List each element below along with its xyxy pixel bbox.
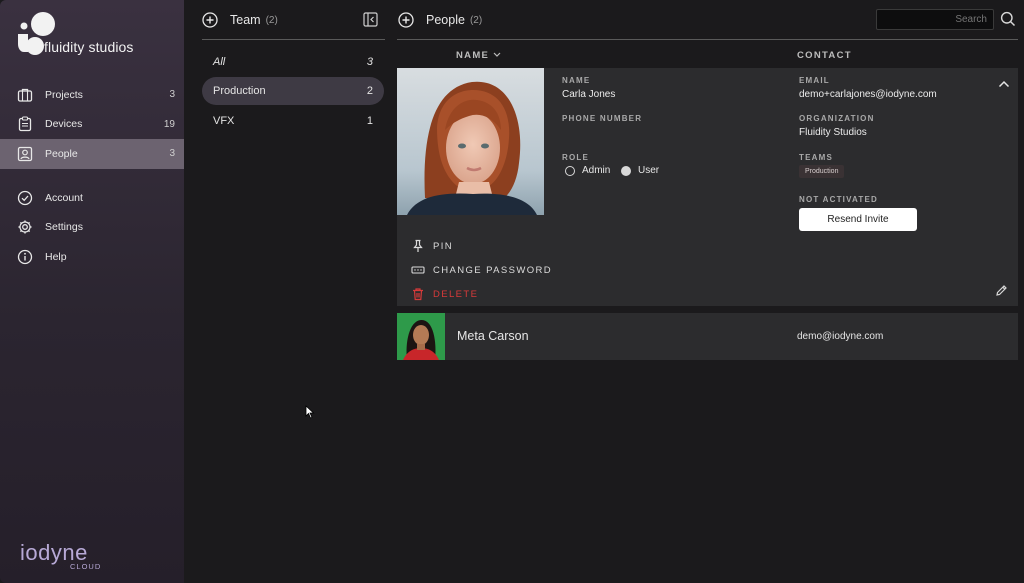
team-panel: Team (2) All 3 Production 2 VFX 1: [184, 0, 396, 583]
role-label: ROLE: [562, 153, 590, 162]
sidebar-item-label: People: [45, 147, 78, 160]
resend-invite-button[interactable]: Resend Invite: [799, 208, 917, 231]
sidebar-item-label: Devices: [45, 118, 83, 131]
people-title: People: [426, 13, 465, 27]
person-card-expanded: NAME Carla Jones PHONE NUMBER ROLE Admin…: [397, 68, 1018, 306]
pencil-icon[interactable]: [995, 284, 1008, 297]
sidebar-item-label: Projects: [45, 88, 83, 101]
delete-label: DELETE: [433, 288, 479, 300]
iodyne-brand-logo: iodyne CLOUD: [20, 540, 100, 571]
team-count: (2): [265, 14, 278, 26]
role-admin-label: Admin: [582, 165, 611, 176]
search-icon[interactable]: [1000, 11, 1016, 27]
sidebar-item-label: Settings: [45, 221, 83, 234]
sidebar-item-label: Help: [45, 250, 67, 263]
password-icon: [411, 266, 425, 274]
info-icon: [17, 249, 33, 265]
person-name: Carla Jones: [562, 89, 616, 100]
role-admin-radio[interactable]: [565, 166, 575, 176]
team-item-count: 1: [366, 115, 373, 127]
brand-sub: CLOUD: [70, 562, 102, 571]
add-team-icon[interactable]: [202, 12, 218, 28]
sidebar-item-people[interactable]: People 3: [0, 139, 184, 169]
main-nav: Projects 3 Devices 19 People 3: [0, 80, 184, 169]
people-header: People (2): [398, 10, 482, 30]
app-window: fluidity studios Projects 3 Devices 19 P…: [0, 0, 1024, 583]
chevron-down-icon: [493, 52, 501, 57]
person-name: Meta Carson: [457, 329, 529, 343]
team-item-label: Production: [213, 85, 266, 97]
secondary-nav: Account Settings Help: [0, 183, 184, 272]
chevron-up-icon[interactable]: [998, 78, 1010, 90]
sidebar-item-devices[interactable]: Devices 19: [0, 110, 184, 140]
team-title: Team: [230, 13, 261, 27]
name-label: NAME: [562, 76, 591, 85]
team-item-label: All: [213, 56, 226, 68]
organization-label: ORGANIZATION: [799, 114, 875, 123]
sidebar-item-count: 3: [169, 148, 175, 160]
team-divider: [202, 39, 385, 40]
status-label: NOT ACTIVATED: [799, 195, 879, 204]
person-email: demo+carlajones@iodyne.com: [799, 89, 937, 100]
phone-label: PHONE NUMBER: [562, 114, 643, 123]
sidebar-item-help[interactable]: Help: [0, 242, 184, 272]
column-header-label: NAME: [456, 50, 490, 61]
sidebar-item-count: 3: [169, 89, 175, 101]
mouse-cursor-icon: [305, 405, 315, 419]
team-item-count: 3: [366, 56, 373, 68]
check-circle-icon: [17, 190, 33, 206]
pin-icon: [413, 239, 423, 252]
team-header: Team (2): [202, 10, 278, 30]
add-person-icon[interactable]: [398, 12, 414, 28]
person-thumbnail: [397, 313, 445, 360]
person-badge-icon: [17, 146, 33, 162]
email-label: EMAIL: [799, 76, 830, 85]
column-header-contact: CONTACT: [797, 50, 852, 61]
role-user-label: User: [638, 165, 660, 176]
change-password-label: CHANGE PASSWORD: [433, 264, 553, 276]
team-item-all[interactable]: All 3: [202, 48, 384, 76]
person-photo: [397, 68, 544, 215]
table-row[interactable]: Meta Carson demo@iodyne.com: [397, 313, 1018, 360]
column-header-name[interactable]: NAME: [456, 50, 501, 61]
person-email: demo@iodyne.com: [797, 331, 884, 342]
sidebar-item-projects[interactable]: Projects 3: [0, 80, 184, 110]
people-count: (2): [469, 14, 483, 26]
sidebar-item-account[interactable]: Account: [0, 183, 184, 213]
pin-action[interactable]: PIN: [411, 239, 453, 253]
gear-icon: [17, 219, 33, 235]
team-item-label: VFX: [213, 115, 235, 127]
team-item-vfx[interactable]: VFX 1: [202, 107, 384, 135]
sidebar-item-label: Account: [45, 191, 83, 204]
sidebar: fluidity studios Projects 3 Devices 19 P…: [0, 0, 184, 583]
clipboard-icon: [17, 116, 33, 132]
teams-label: TEAMS: [799, 153, 833, 162]
collapse-panel-icon[interactable]: [363, 12, 378, 27]
team-item-count: 2: [366, 85, 373, 97]
role-user-radio[interactable]: [621, 166, 631, 176]
team-tag: Production: [799, 165, 845, 178]
delete-action[interactable]: DELETE: [411, 287, 478, 301]
briefcase-icon: [17, 87, 33, 103]
trash-icon: [413, 288, 423, 301]
sidebar-item-settings[interactable]: Settings: [0, 213, 184, 243]
search-input[interactable]: [876, 9, 994, 30]
pin-label: PIN: [433, 240, 454, 252]
people-divider: [397, 39, 1018, 40]
organization-value: Fluidity Studios: [799, 127, 867, 138]
change-password-action[interactable]: CHANGE PASSWORD: [411, 263, 552, 277]
team-item-production[interactable]: Production 2: [202, 77, 384, 105]
people-panel: People (2) NAME CONTACT: [396, 0, 1024, 583]
sidebar-item-count: 19: [163, 118, 175, 130]
org-name: fluidity studios: [44, 39, 134, 55]
